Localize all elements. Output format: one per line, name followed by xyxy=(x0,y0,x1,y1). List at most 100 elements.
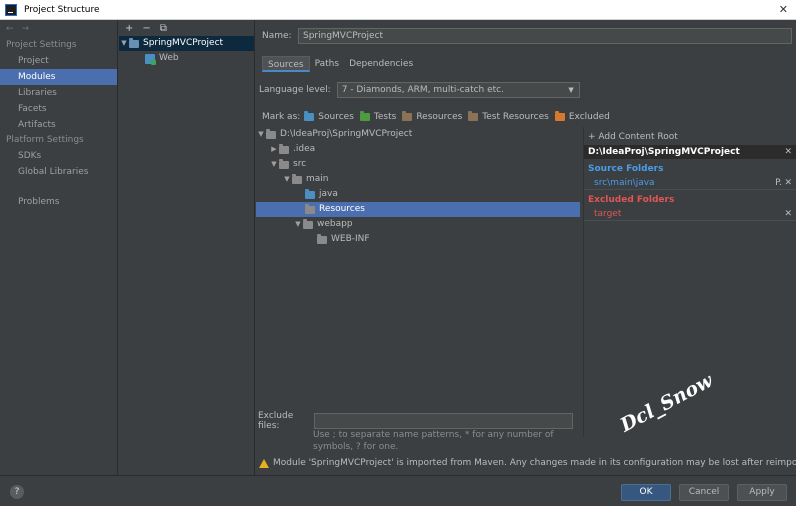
tree-node-java[interactable]: java xyxy=(256,187,580,202)
remove-source-folder-icon[interactable]: ✕ xyxy=(784,177,792,190)
tab-dependencies[interactable]: Dependencies xyxy=(344,56,418,72)
chevron-down-icon: ▼ xyxy=(568,86,574,94)
content-root-header: D:\IdeaProj\SpringMVCProject ✕ xyxy=(584,145,796,159)
tree-node-idea[interactable]: ▶ .idea xyxy=(256,142,580,157)
module-tabs: Sources Paths Dependencies xyxy=(262,56,418,72)
help-icon[interactable]: ? xyxy=(10,485,24,499)
nav-item-facets[interactable]: Facets xyxy=(0,101,117,117)
web-facet-icon xyxy=(145,53,156,65)
tree-node-main[interactable]: ▼ main xyxy=(256,172,580,187)
sources-folder-icon xyxy=(304,111,315,121)
tree-node-label: WEB-INF xyxy=(331,234,370,244)
name-row: Name: xyxy=(262,28,792,44)
tree-node-label: src xyxy=(293,159,307,169)
module-name-input[interactable] xyxy=(298,28,792,44)
source-folder-path: src\main\java xyxy=(594,178,655,188)
nav-item-modules[interactable]: Modules xyxy=(0,69,117,85)
folder-icon xyxy=(266,128,276,139)
module-settings: Name: Sources Paths Dependencies Languag… xyxy=(256,20,796,475)
nav-item-problems[interactable]: Problems xyxy=(0,194,117,210)
edit-properties-icon[interactable]: P. xyxy=(775,177,782,190)
content-root-path: D:\IdeaProj\SpringMVCProject xyxy=(588,147,740,157)
source-folders-title: Source Folders xyxy=(588,164,664,174)
excluded-folder-icon xyxy=(554,111,565,121)
tree-node-root[interactable]: ▼ D:\IdeaProj\SpringMVCProject xyxy=(256,127,580,142)
tree-node-label: java xyxy=(319,189,338,199)
project-settings-heading: Project Settings xyxy=(6,40,77,50)
module-label: Web xyxy=(159,53,179,63)
remove-content-root-icon[interactable]: ✕ xyxy=(784,145,792,159)
dialog-buttons: ? OK Cancel Apply xyxy=(0,475,796,506)
module-item-springmvcproject[interactable]: ▼ SpringMVCProject xyxy=(119,36,254,51)
expand-arrow-icon[interactable]: ▼ xyxy=(282,172,292,187)
nav-item-sdks[interactable]: SDKs xyxy=(0,148,117,164)
expand-arrow-icon[interactable]: ▼ xyxy=(293,217,303,232)
modules-toolbar: + − ⧉ xyxy=(119,20,254,36)
window-title: Project Structure xyxy=(24,4,100,15)
remove-icon[interactable]: − xyxy=(142,23,150,34)
test-resources-folder-icon xyxy=(468,111,479,121)
nav-item-artifacts[interactable]: Artifacts xyxy=(0,117,117,133)
module-folder-icon xyxy=(129,37,139,48)
mark-resources-button[interactable]: Resources xyxy=(402,111,462,122)
module-label: SpringMVCProject xyxy=(143,38,224,48)
add-icon[interactable]: + xyxy=(125,23,133,34)
tree-node-resources[interactable]: Resources xyxy=(256,202,580,217)
exclude-files-hint: Use ; to separate name patterns, * for a… xyxy=(313,430,554,452)
language-level-select[interactable]: 7 - Diamonds, ARM, multi-catch etc. ▼ xyxy=(336,82,580,98)
folder-icon xyxy=(292,173,302,184)
mark-as-row: Mark as: Sources Tests Resources Test Re… xyxy=(262,111,612,122)
mark-test-resources-button[interactable]: Test Resources xyxy=(468,111,549,122)
tree-node-webapp[interactable]: ▼ webapp xyxy=(256,217,580,232)
modules-pane: + − ⧉ ▼ SpringMVCProject Web xyxy=(119,20,255,475)
cancel-button[interactable]: Cancel xyxy=(679,484,729,501)
exclude-files-input[interactable] xyxy=(314,413,573,429)
nav-item-global-libraries[interactable]: Global Libraries xyxy=(0,164,117,180)
tree-node-src[interactable]: ▼ src xyxy=(256,157,580,172)
close-icon[interactable]: ✕ xyxy=(779,3,788,16)
mark-sources-button[interactable]: Sources xyxy=(304,111,354,122)
exclude-files-label: Exclude files: xyxy=(258,411,294,431)
module-item-web[interactable]: Web xyxy=(119,51,254,66)
apply-button[interactable]: Apply xyxy=(737,484,787,501)
expand-arrow-icon[interactable]: ▼ xyxy=(256,127,266,142)
nav-item-libraries[interactable]: Libraries xyxy=(0,85,117,101)
folder-icon xyxy=(279,158,289,169)
language-level-value: 7 - Diamonds, ARM, multi-catch etc. xyxy=(341,85,504,95)
remove-excluded-folder-icon[interactable]: ✕ xyxy=(784,208,792,221)
ok-button[interactable]: OK xyxy=(621,484,671,501)
excluded-folder-item[interactable]: target ✕ xyxy=(584,208,796,221)
forward-arrow-icon[interactable]: → xyxy=(22,24,30,34)
language-level-row: Language level: 7 - Diamonds, ARM, multi… xyxy=(259,82,580,98)
tree-node-label: main xyxy=(306,174,329,184)
folder-icon xyxy=(305,203,315,214)
tree-node-webinf[interactable]: WEB-INF xyxy=(256,232,580,247)
source-folder-item[interactable]: src\main\java P. ✕ xyxy=(584,177,796,190)
tests-folder-icon xyxy=(359,111,370,121)
mark-excluded-button[interactable]: Excluded xyxy=(554,111,610,122)
mark-as-label: Mark as: xyxy=(262,112,301,122)
tab-sources[interactable]: Sources xyxy=(262,56,310,72)
add-content-root-button[interactable]: + Add Content Root xyxy=(584,130,796,145)
tree-node-label: D:\IdeaProj\SpringMVCProject xyxy=(280,129,413,139)
tab-paths[interactable]: Paths xyxy=(310,56,344,72)
back-arrow-icon[interactable]: ← xyxy=(6,24,14,34)
excluded-folders-title: Excluded Folders xyxy=(588,195,675,205)
nav-item-project[interactable]: Project xyxy=(0,53,117,69)
warning-text: Module 'SpringMVCProject' is imported fr… xyxy=(273,458,796,468)
resources-folder-icon xyxy=(402,111,413,121)
mark-tests-button[interactable]: Tests xyxy=(359,111,396,122)
collapsed-arrow-icon[interactable]: ▶ xyxy=(269,142,279,157)
expand-arrow-icon[interactable]: ▼ xyxy=(119,36,129,51)
expand-arrow-icon[interactable]: ▼ xyxy=(269,157,279,172)
maven-warning: Module 'SpringMVCProject' is imported fr… xyxy=(259,458,796,468)
excluded-folder-path: target xyxy=(594,209,622,219)
settings-nav: ← → Project Settings Project Modules Lib… xyxy=(0,20,118,475)
copy-icon[interactable]: ⧉ xyxy=(160,23,167,34)
intellij-app-icon xyxy=(5,3,17,16)
platform-settings-heading: Platform Settings xyxy=(6,135,84,145)
tree-node-label: Resources xyxy=(319,204,365,214)
language-level-label: Language level: xyxy=(259,85,331,95)
source-tree: ▼ D:\IdeaProj\SpringMVCProject ▶ .idea ▼… xyxy=(256,127,580,397)
title-bar: Project Structure ✕ xyxy=(0,0,796,20)
